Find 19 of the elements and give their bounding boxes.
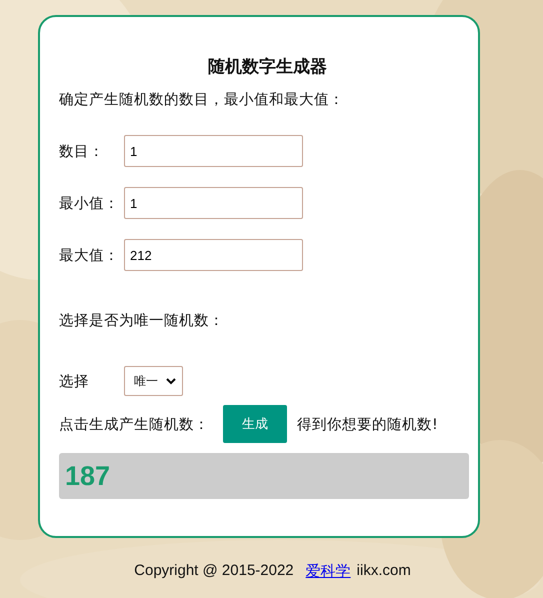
input-field[interactable]: 1 (124, 135, 303, 167)
instruction-text: 得到你想要的随机数! (297, 416, 438, 434)
page-title: 随机数字生成器 (207, 56, 328, 78)
copyright-text: Copyright @ 2015-2022 (134, 562, 294, 581)
generate-button[interactable]: 生成 (223, 405, 287, 443)
dropdown[interactable]: 唯一 (124, 366, 183, 396)
select-label: 选择 (59, 372, 90, 390)
site-link[interactable]: 爱科学 (306, 562, 351, 581)
field-label: 最小值： (59, 194, 120, 212)
input-field[interactable]: 1 (124, 187, 303, 219)
instruction-text: 点击生成产生随机数： (59, 416, 209, 434)
intro-text: 确定产生随机数的数目，最小值和最大值： (59, 90, 345, 109)
result-number: 187 (65, 460, 110, 492)
input-field[interactable]: 212 (124, 239, 303, 271)
field-label: 数目： (59, 142, 105, 160)
chevron-icon (166, 378, 176, 384)
site-text: iikx.com (356, 562, 411, 581)
field-label: 最大值： (59, 246, 120, 264)
prompt-text: 选择是否为唯一随机数： (59, 312, 225, 330)
